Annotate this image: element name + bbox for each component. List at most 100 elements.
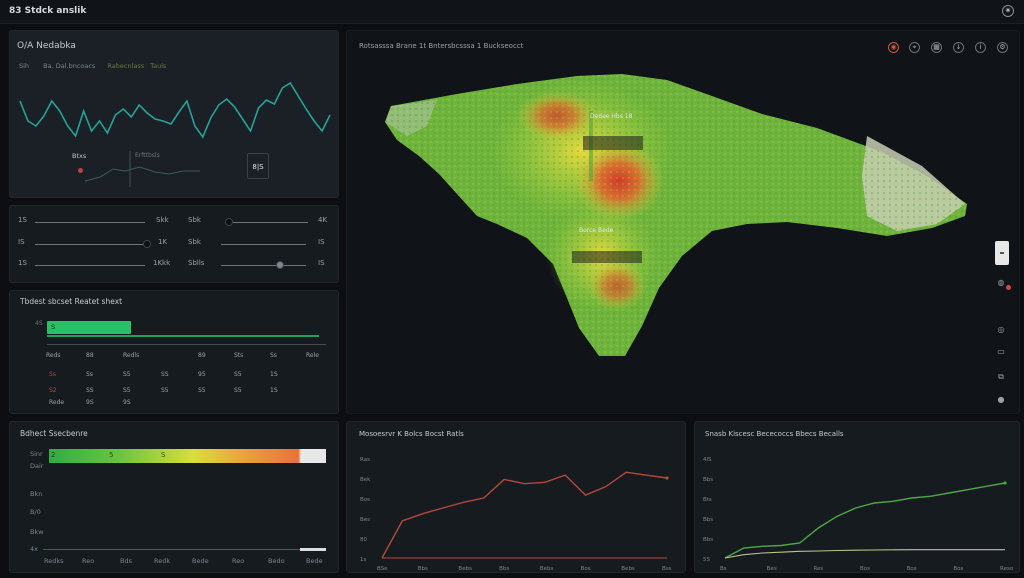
x-axis-label: Reo <box>232 557 245 565</box>
subtitle-item-1: Ba. Dal.bncoacs <box>43 62 96 70</box>
table-row[interactable]: S2 SS S5 S5 S5 S5 1S <box>46 387 336 397</box>
location-icon[interactable]: ⌖ <box>909 42 920 53</box>
slider-track[interactable] <box>221 265 306 266</box>
settings-icon[interactable]: ✷ <box>1002 5 1014 17</box>
x-axis-label: Bede <box>306 557 323 565</box>
x-tick-label: Bebs <box>458 566 472 572</box>
header-panel: O/A Nedabka Sih Ba. Dal.bncoacs Rabecnla… <box>9 30 339 198</box>
table-header-cell: Redls <box>123 352 140 359</box>
slider-left-0[interactable]: 1S Skk <box>18 216 173 228</box>
map-label: Borce Bede <box>579 227 614 234</box>
x-tick-label: Bebs <box>621 566 635 572</box>
layers-stack-icon[interactable]: ⧉ <box>995 372 1007 382</box>
slider-value: 1K <box>158 238 168 246</box>
ruler-icon[interactable]: ▭ <box>995 347 1007 356</box>
slider-track[interactable] <box>35 244 145 245</box>
y-axis-label: Dair <box>30 462 44 470</box>
slider-right-2[interactable]: Sblls IS <box>188 259 343 271</box>
x-tick-label: Res <box>813 566 823 572</box>
chart3-panel: Snasb Kiscesc Bececoccs Bbecs Becalls 4l… <box>694 421 1020 573</box>
y-axis-label: B/0 <box>30 508 41 516</box>
table-footer-row: Rede 9S 9S <box>46 399 336 409</box>
settings-icon[interactable]: ⚙ <box>997 42 1008 53</box>
slider-track[interactable] <box>221 244 306 245</box>
slider-label: Sbk <box>188 238 201 246</box>
table-header-cell: Sts <box>234 352 244 359</box>
gradient-x-axis: Redks Reo Bds Redk Bede Reo Bedo Bede <box>44 557 334 567</box>
table-row[interactable]: Ss Ss S5 SS 95 S5 1S <box>46 371 336 381</box>
slider-label: Sblls <box>188 259 205 267</box>
map-label-box <box>583 136 643 150</box>
table-cell: 9S <box>123 399 131 406</box>
y-tick-label: Bbs <box>703 477 713 483</box>
layers-icon[interactable]: ◉ <box>888 42 899 53</box>
sparkline-chart <box>19 81 331 139</box>
x-tick-label: Bebs <box>540 566 554 572</box>
ramp-label: 2 <box>51 451 56 459</box>
slider-knob[interactable] <box>225 218 233 226</box>
zoom-icon[interactable] <box>995 241 1009 265</box>
slider-track[interactable] <box>35 222 145 223</box>
alert-dot-icon <box>78 168 83 173</box>
y-axis-label: 4x <box>30 545 38 553</box>
map-panel: Rotsasssa Brane 1t Bntersbcsssa 1 Buckse… <box>346 30 1020 414</box>
header-panel-title: O/A Nedabka <box>17 41 76 51</box>
slider-right-0[interactable]: Sbk 4K <box>188 216 343 228</box>
x-axis-label: Bedo <box>268 557 285 565</box>
terrain-map[interactable] <box>367 66 1007 376</box>
slider-label: 1S <box>18 259 27 267</box>
table-header-row: Reds 88 Redls 89 Sts Ss Rele <box>46 352 336 362</box>
series-end-point <box>1003 481 1007 485</box>
series-line-0 <box>381 471 668 559</box>
table-header-cell: Reds <box>46 352 61 359</box>
y-axis-label: Bkw <box>30 528 44 536</box>
map-label: Dedee Hbs 18 <box>590 113 633 120</box>
color-ramp: 2 5 S <box>49 449 326 463</box>
table-cell: Ss <box>49 371 56 378</box>
y-tick-label: 80 <box>360 537 367 543</box>
map-panel-title: Rotsasssa Brane 1t Bntersbcsssa 1 Buckse… <box>359 42 524 50</box>
slider-left-2[interactable]: 1S 1Kkk <box>18 259 173 271</box>
x-tick-label: Bbs <box>499 566 509 572</box>
info-icon[interactable]: i <box>975 42 986 53</box>
x-tick-label: Reso <box>1000 566 1014 572</box>
table-cell: S5 <box>234 387 242 394</box>
reset-icon[interactable]: ● <box>995 395 1007 404</box>
gradient-panel-title: Bdhect Ssecbenre <box>20 429 88 438</box>
slider-knob[interactable] <box>143 240 151 248</box>
x-axis-label: Redks <box>44 557 64 565</box>
table-cell: S5 <box>198 387 206 394</box>
y-axis-label: Sinr <box>30 450 43 458</box>
top-bar: 83 Stdck anslik ✷ <box>0 0 1024 24</box>
slider-value: IS <box>318 259 325 267</box>
y-tick-label: Ras <box>360 457 370 463</box>
x-tick-label: BSe <box>377 566 388 572</box>
y-tick-label: 4lS <box>703 457 712 463</box>
slider-track[interactable] <box>233 222 308 223</box>
baseline-red <box>43 549 325 550</box>
table-cell: S5 <box>234 371 242 378</box>
grid-icon[interactable]: ▦ <box>931 42 942 53</box>
x-tick-label: Bos <box>581 566 591 572</box>
slider-label: IS <box>18 238 25 246</box>
slider-value: 1Kkk <box>153 259 171 267</box>
table-cell: S2 <box>49 387 57 394</box>
table-cell: SS <box>86 387 94 394</box>
y-tick-label: Bos <box>360 497 370 503</box>
baseline-white <box>300 548 326 551</box>
slider-left-1[interactable]: IS 1K <box>18 238 173 250</box>
table-cell: 9S <box>86 399 94 406</box>
table-divider <box>47 344 326 345</box>
download-icon[interactable]: ↓ <box>953 42 964 53</box>
slider-track[interactable] <box>35 265 145 266</box>
value-box: 8|S <box>247 153 269 179</box>
bar-label: 4S <box>35 320 43 327</box>
progress-value: S <box>51 323 56 331</box>
x-tick-label: Bos <box>907 566 917 572</box>
compass-icon[interactable]: ◎ <box>995 325 1007 334</box>
slider-knob[interactable] <box>276 261 284 269</box>
table-cell: 95 <box>198 371 206 378</box>
slider-right-1[interactable]: Sbk IS <box>188 238 343 250</box>
progress-bar: S <box>47 321 131 334</box>
table-header-cell: 89 <box>198 352 206 359</box>
